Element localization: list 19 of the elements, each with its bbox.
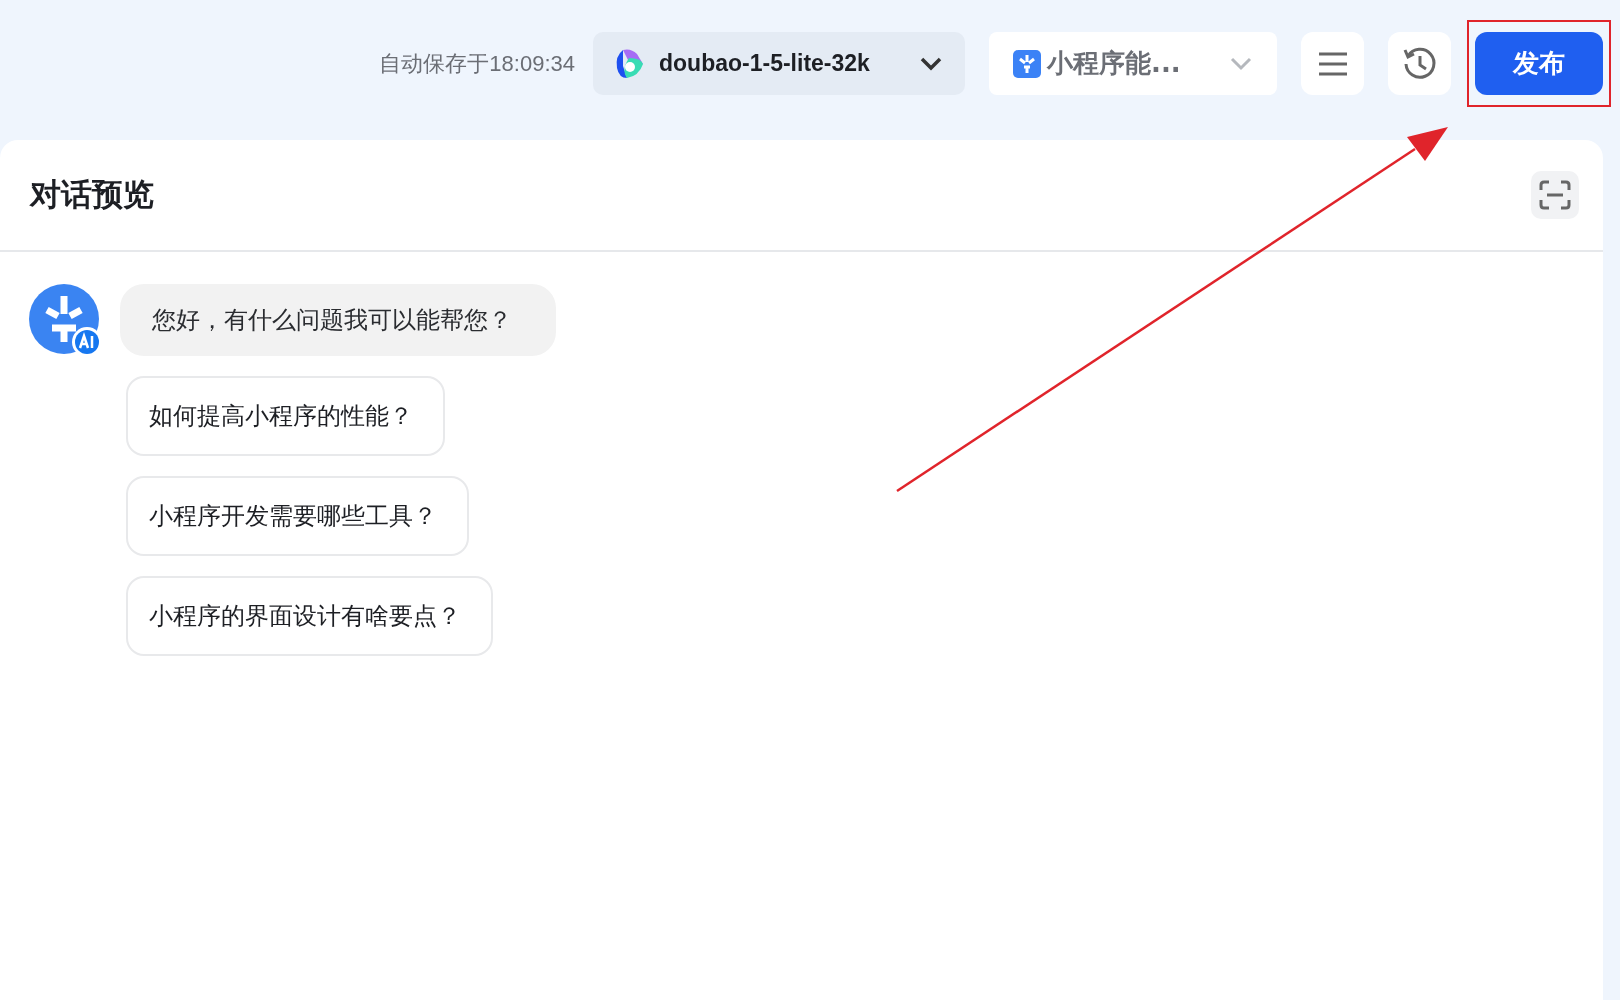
menu-button[interactable] [1301,32,1364,95]
menu-icon [1317,51,1348,76]
app-logo-icon [1013,49,1041,78]
message-bubble: 您好，有什么问题我可以能帮您？ [120,284,556,356]
model-select[interactable]: doubao-1-5-lite-32k [593,32,965,95]
publish-button[interactable]: 发布 [1475,32,1603,95]
suggested-question[interactable]: 小程序的界面设计有啥要点？ [126,576,493,656]
history-button[interactable] [1388,32,1451,95]
suggested-question[interactable]: 如何提高小程序的性能？ [126,376,445,456]
autosave-status: 自动保存于18:09:34 [379,50,575,78]
screenshot-icon [1539,180,1571,210]
screenshot-button[interactable] [1531,171,1579,219]
chevron-down-icon [1229,55,1253,72]
chevron-down-icon [919,55,943,72]
history-icon [1401,45,1438,82]
skill-select[interactable]: 小程序能... [989,32,1277,95]
model-logo-icon [615,47,645,80]
suggested-question[interactable]: 小程序开发需要哪些工具？ [126,476,469,556]
panel-title: 对话预览 [30,175,154,214]
